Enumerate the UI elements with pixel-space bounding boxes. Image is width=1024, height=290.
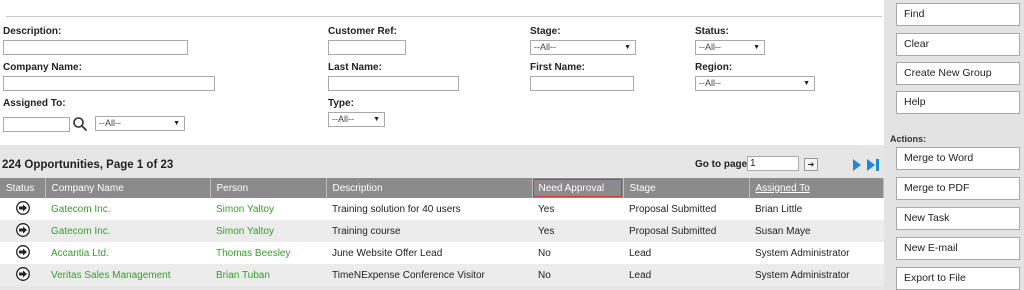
column-header-assigned-to[interactable]: Assigned To (749, 178, 884, 198)
company-name-label: Company Name: (3, 62, 82, 73)
status-cell[interactable] (0, 198, 45, 220)
find-button[interactable]: Find (896, 3, 1020, 26)
company-link[interactable]: Accantia Ltd. (45, 242, 210, 264)
stage-cell: Proposal Submitted (623, 220, 749, 242)
chevron-down-icon: ▼ (753, 44, 760, 51)
results-count: 224 Opportunities, Page 1 of 23 (2, 159, 174, 171)
last-page-icon[interactable] (866, 159, 880, 171)
assigned-to-select[interactable]: --All-- ▼ (95, 116, 185, 131)
next-page-icon[interactable] (852, 159, 862, 171)
new-task-button[interactable]: New Task (896, 207, 1020, 230)
description-cell: TimeNExpense Conference Visitor (326, 264, 532, 286)
help-button[interactable]: Help (896, 91, 1020, 114)
column-header-company-name[interactable]: Company Name (45, 178, 211, 198)
export-to-file-button[interactable]: Export to File (896, 267, 1020, 290)
table-row[interactable]: Gatecom Inc. Simon Yaltoy Training cours… (0, 220, 884, 242)
status-cell[interactable] (0, 220, 45, 242)
open-record-icon[interactable] (15, 244, 30, 259)
person-link[interactable]: Simon Yaltoy (210, 220, 326, 242)
customer-ref-label: Customer Ref: (328, 26, 397, 37)
create-new-group-button[interactable]: Create New Group (896, 62, 1020, 85)
column-header-status[interactable]: Status (0, 178, 46, 198)
assigned-cell: Brian Little (749, 198, 884, 220)
description-label: Description: (3, 26, 62, 37)
company-name-field[interactable] (3, 76, 215, 91)
status-select[interactable]: --All-- ▼ (695, 40, 765, 55)
stage-cell: Lead (623, 242, 749, 264)
chevron-down-icon: ▼ (373, 116, 380, 123)
status-cell[interactable] (0, 242, 45, 264)
goto-page-label: Go to page (695, 159, 748, 170)
region-select[interactable]: --All-- ▼ (695, 76, 815, 91)
description-cell: Training solution for 40 users (326, 198, 532, 220)
search-icon[interactable] (72, 116, 88, 132)
table-row[interactable]: Accantia Ltd. Thomas Beesley June Websit… (0, 242, 884, 264)
person-link[interactable]: Brian Tuban (210, 264, 326, 286)
status-select-value: --All-- (699, 42, 721, 52)
column-header-assigned-to-label: Assigned To (755, 182, 810, 194)
first-name-label: First Name: (530, 62, 586, 73)
customer-ref-field[interactable] (328, 40, 406, 55)
assigned-to-field[interactable] (3, 117, 70, 132)
first-name-field[interactable] (530, 76, 634, 91)
person-link[interactable]: Simon Yaltoy (210, 198, 326, 220)
status-label: Status: (695, 26, 729, 37)
last-name-label: Last Name: (328, 62, 382, 73)
region-select-value: --All-- (699, 78, 721, 88)
arrow-right-icon: ➔ (807, 160, 815, 169)
type-select[interactable]: --All-- ▼ (328, 112, 385, 127)
assigned-cell: System Administrator (749, 242, 884, 264)
new-email-button[interactable]: New E-mail (896, 237, 1020, 260)
stage-cell: Proposal Submitted (623, 198, 749, 220)
description-cell: June Website Offer Lead (326, 242, 532, 264)
table-header-row: Status Company Name Person Description N… (0, 178, 884, 198)
stage-select-value: --All-- (534, 42, 556, 52)
approval-cell: No (532, 242, 623, 264)
assigned-to-select-value: --All-- (99, 118, 121, 128)
type-label: Type: (328, 98, 354, 109)
description-field[interactable] (3, 40, 188, 55)
merge-to-pdf-button[interactable]: Merge to PDF (896, 177, 1020, 200)
company-link[interactable]: Veritas Sales Management (45, 264, 210, 286)
last-name-field[interactable] (328, 76, 459, 91)
clear-button[interactable]: Clear (896, 33, 1020, 56)
column-header-description[interactable]: Description (326, 178, 533, 198)
actions-label: Actions: (890, 134, 926, 144)
column-header-need-approval[interactable]: Need Approval (532, 178, 624, 198)
merge-to-word-button[interactable]: Merge to Word (896, 147, 1020, 170)
column-header-person[interactable]: Person (210, 178, 327, 198)
type-select-value: --All-- (332, 114, 354, 124)
divider (6, 16, 882, 17)
stage-select[interactable]: --All-- ▼ (530, 40, 636, 55)
goto-page-input[interactable]: 1 (747, 156, 799, 171)
status-cell[interactable] (0, 264, 45, 286)
table-row[interactable]: Gatecom Inc. Simon Yaltoy Training solut… (0, 198, 884, 220)
chevron-down-icon: ▼ (803, 80, 810, 87)
approval-cell: Yes (532, 198, 623, 220)
company-link[interactable]: Gatecom Inc. (45, 198, 210, 220)
assigned-cell: System Administrator (749, 264, 884, 286)
open-record-icon[interactable] (15, 266, 30, 281)
company-link[interactable]: Gatecom Inc. (45, 220, 210, 242)
chevron-down-icon: ▼ (173, 120, 180, 127)
assigned-to-label: Assigned To: (3, 98, 66, 109)
assigned-cell: Susan Maye (749, 220, 884, 242)
approval-cell: No (532, 264, 623, 286)
chevron-down-icon: ▼ (624, 44, 631, 51)
search-panel: Description: Customer Ref: Stage: --All-… (0, 0, 884, 290)
stage-cell: Lead (623, 264, 749, 286)
action-sidebar: Find Clear Create New Group Help Actions… (884, 0, 1024, 290)
person-link[interactable]: Thomas Beesley (210, 242, 326, 264)
opportunities-table: Status Company Name Person Description N… (0, 178, 884, 286)
region-label: Region: (695, 62, 733, 73)
goto-page-button[interactable]: ➔ (804, 158, 818, 171)
description-cell: Training course (326, 220, 532, 242)
column-header-stage[interactable]: Stage (623, 178, 750, 198)
open-record-icon[interactable] (15, 222, 30, 237)
stage-label: Stage: (530, 26, 561, 37)
approval-cell: Yes (532, 220, 623, 242)
open-record-icon[interactable] (15, 200, 30, 215)
table-row[interactable]: Veritas Sales Management Brian Tuban Tim… (0, 264, 884, 286)
